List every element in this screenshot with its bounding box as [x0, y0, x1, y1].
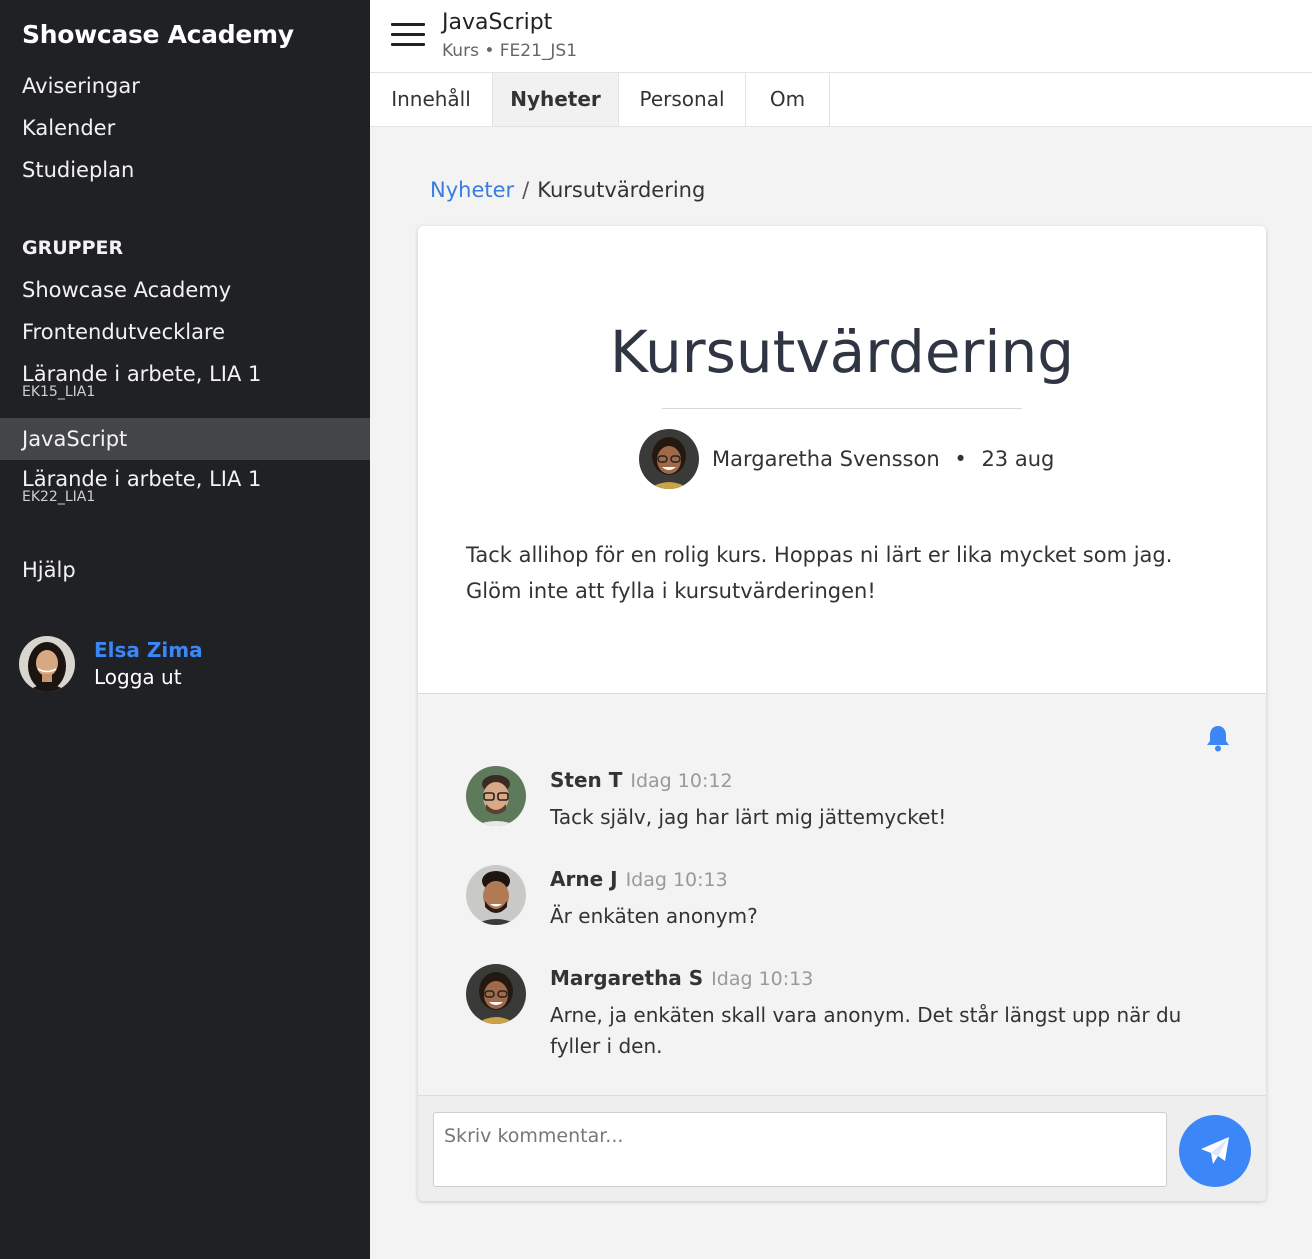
comment-item: Sten T Idag 10:12 Tack själv, jag har lär…	[466, 766, 1226, 846]
group-item-code: EK22_LIA1	[22, 489, 96, 505]
sidebar: Showcase Academy Aviseringar Kalender St…	[0, 0, 370, 1259]
comment-input[interactable]	[433, 1112, 1167, 1187]
comment-author: Arne J	[550, 867, 618, 891]
group-item-frontendutvecklare[interactable]: Frontendutvecklare	[0, 320, 370, 344]
nav-item-help[interactable]: Hjälp	[0, 558, 370, 582]
user-name-link[interactable]: Elsa Zima	[94, 637, 203, 664]
group-item-label: Lärande i arbete, LIA 1	[22, 362, 262, 386]
course-subtitle: Kurs • FE21_JS1	[442, 41, 578, 61]
nav-item-aviseringar[interactable]: Aviseringar	[0, 74, 370, 98]
comment-item: Arne J Idag 10:13 Är enkäten anonym?	[466, 865, 1226, 945]
group-item-label: Frontendutvecklare	[22, 320, 226, 344]
post-author: Margaretha Svensson • 23 aug	[639, 429, 1054, 489]
avatar	[466, 865, 526, 925]
comment-text: Tack själv, jag har lärt mig jättemycket…	[550, 805, 947, 829]
comment-composer	[418, 1095, 1266, 1201]
comments-section: Sten T Idag 10:12 Tack själv, jag har lär…	[418, 693, 1266, 1095]
avatar	[466, 766, 526, 826]
user-panel: Elsa Zima Logga ut	[19, 636, 203, 692]
comment-text: Arne, ja enkäten skall vara anonym. Det …	[550, 1003, 1182, 1058]
hamburger-icon[interactable]	[391, 23, 425, 47]
paper-plane-icon	[1201, 1137, 1229, 1164]
logout-link[interactable]: Logga ut	[94, 664, 203, 691]
bell-icon[interactable]	[1205, 724, 1231, 752]
comment-author: Margaretha S	[550, 966, 704, 990]
meta-dot: •	[954, 447, 967, 471]
comment-author: Sten T	[550, 768, 623, 792]
comment-item: Margaretha S Idag 10:13 Arne, ja enkäten …	[466, 964, 1226, 1064]
breadcrumb: Nyheter / Kursutvärdering	[430, 178, 705, 202]
comment-text: Är enkäten anonym?	[550, 904, 758, 928]
group-item-code: EK15_LIA1	[22, 384, 96, 400]
group-item-lia1-ek15[interactable]: Lärande i arbete, LIA 1 EK15_LIA1	[0, 362, 370, 400]
group-item-label: Showcase Academy	[22, 278, 232, 302]
course-title: JavaScript	[442, 10, 553, 35]
avatar[interactable]	[19, 636, 75, 692]
tab-innehall[interactable]: Innehåll	[370, 73, 493, 126]
title-divider	[662, 408, 1022, 409]
nav-item-studieplan[interactable]: Studieplan	[0, 158, 370, 182]
group-item-javascript[interactable]: JavaScript	[0, 418, 370, 460]
group-item-lia1-ek22[interactable]: Lärande i arbete, LIA 1 EK22_LIA1	[0, 467, 370, 505]
group-item-label: JavaScript	[22, 427, 128, 451]
send-button[interactable]	[1179, 1115, 1251, 1187]
breadcrumb-current: Kursutvärdering	[537, 178, 706, 202]
comment-time: Idag 10:13	[625, 869, 728, 891]
comment-time: Idag 10:13	[711, 968, 814, 990]
post-card: Kursutvärdering Margaretha Svensson • 23…	[418, 226, 1266, 1201]
groups-heading: GRUPPER	[22, 237, 124, 259]
tab-om[interactable]: Om	[746, 73, 830, 126]
nav-item-kalender[interactable]: Kalender	[0, 116, 370, 140]
tab-personal[interactable]: Personal	[619, 73, 746, 126]
post-date: 23 aug	[981, 447, 1055, 471]
author-name: Margaretha Svensson	[712, 447, 940, 471]
post-title: Kursutvärdering	[609, 318, 1075, 386]
top-bar: JavaScript Kurs • FE21_JS1	[370, 0, 1312, 73]
breadcrumb-separator: /	[522, 178, 530, 202]
tab-nyheter[interactable]: Nyheter	[493, 73, 619, 126]
post-body: Tack allihop för en rolig kurs. Hoppas n…	[466, 543, 1173, 603]
tab-bar: Innehåll Nyheter Personal Om	[370, 73, 1312, 127]
comment-time: Idag 10:12	[630, 770, 733, 792]
group-item-label: Lärande i arbete, LIA 1	[22, 467, 262, 491]
avatar	[639, 429, 699, 489]
brand-title[interactable]: Showcase Academy	[22, 20, 294, 49]
group-item-showcase-academy[interactable]: Showcase Academy	[0, 278, 370, 302]
breadcrumb-parent-link[interactable]: Nyheter	[430, 178, 514, 202]
avatar	[466, 964, 526, 1024]
